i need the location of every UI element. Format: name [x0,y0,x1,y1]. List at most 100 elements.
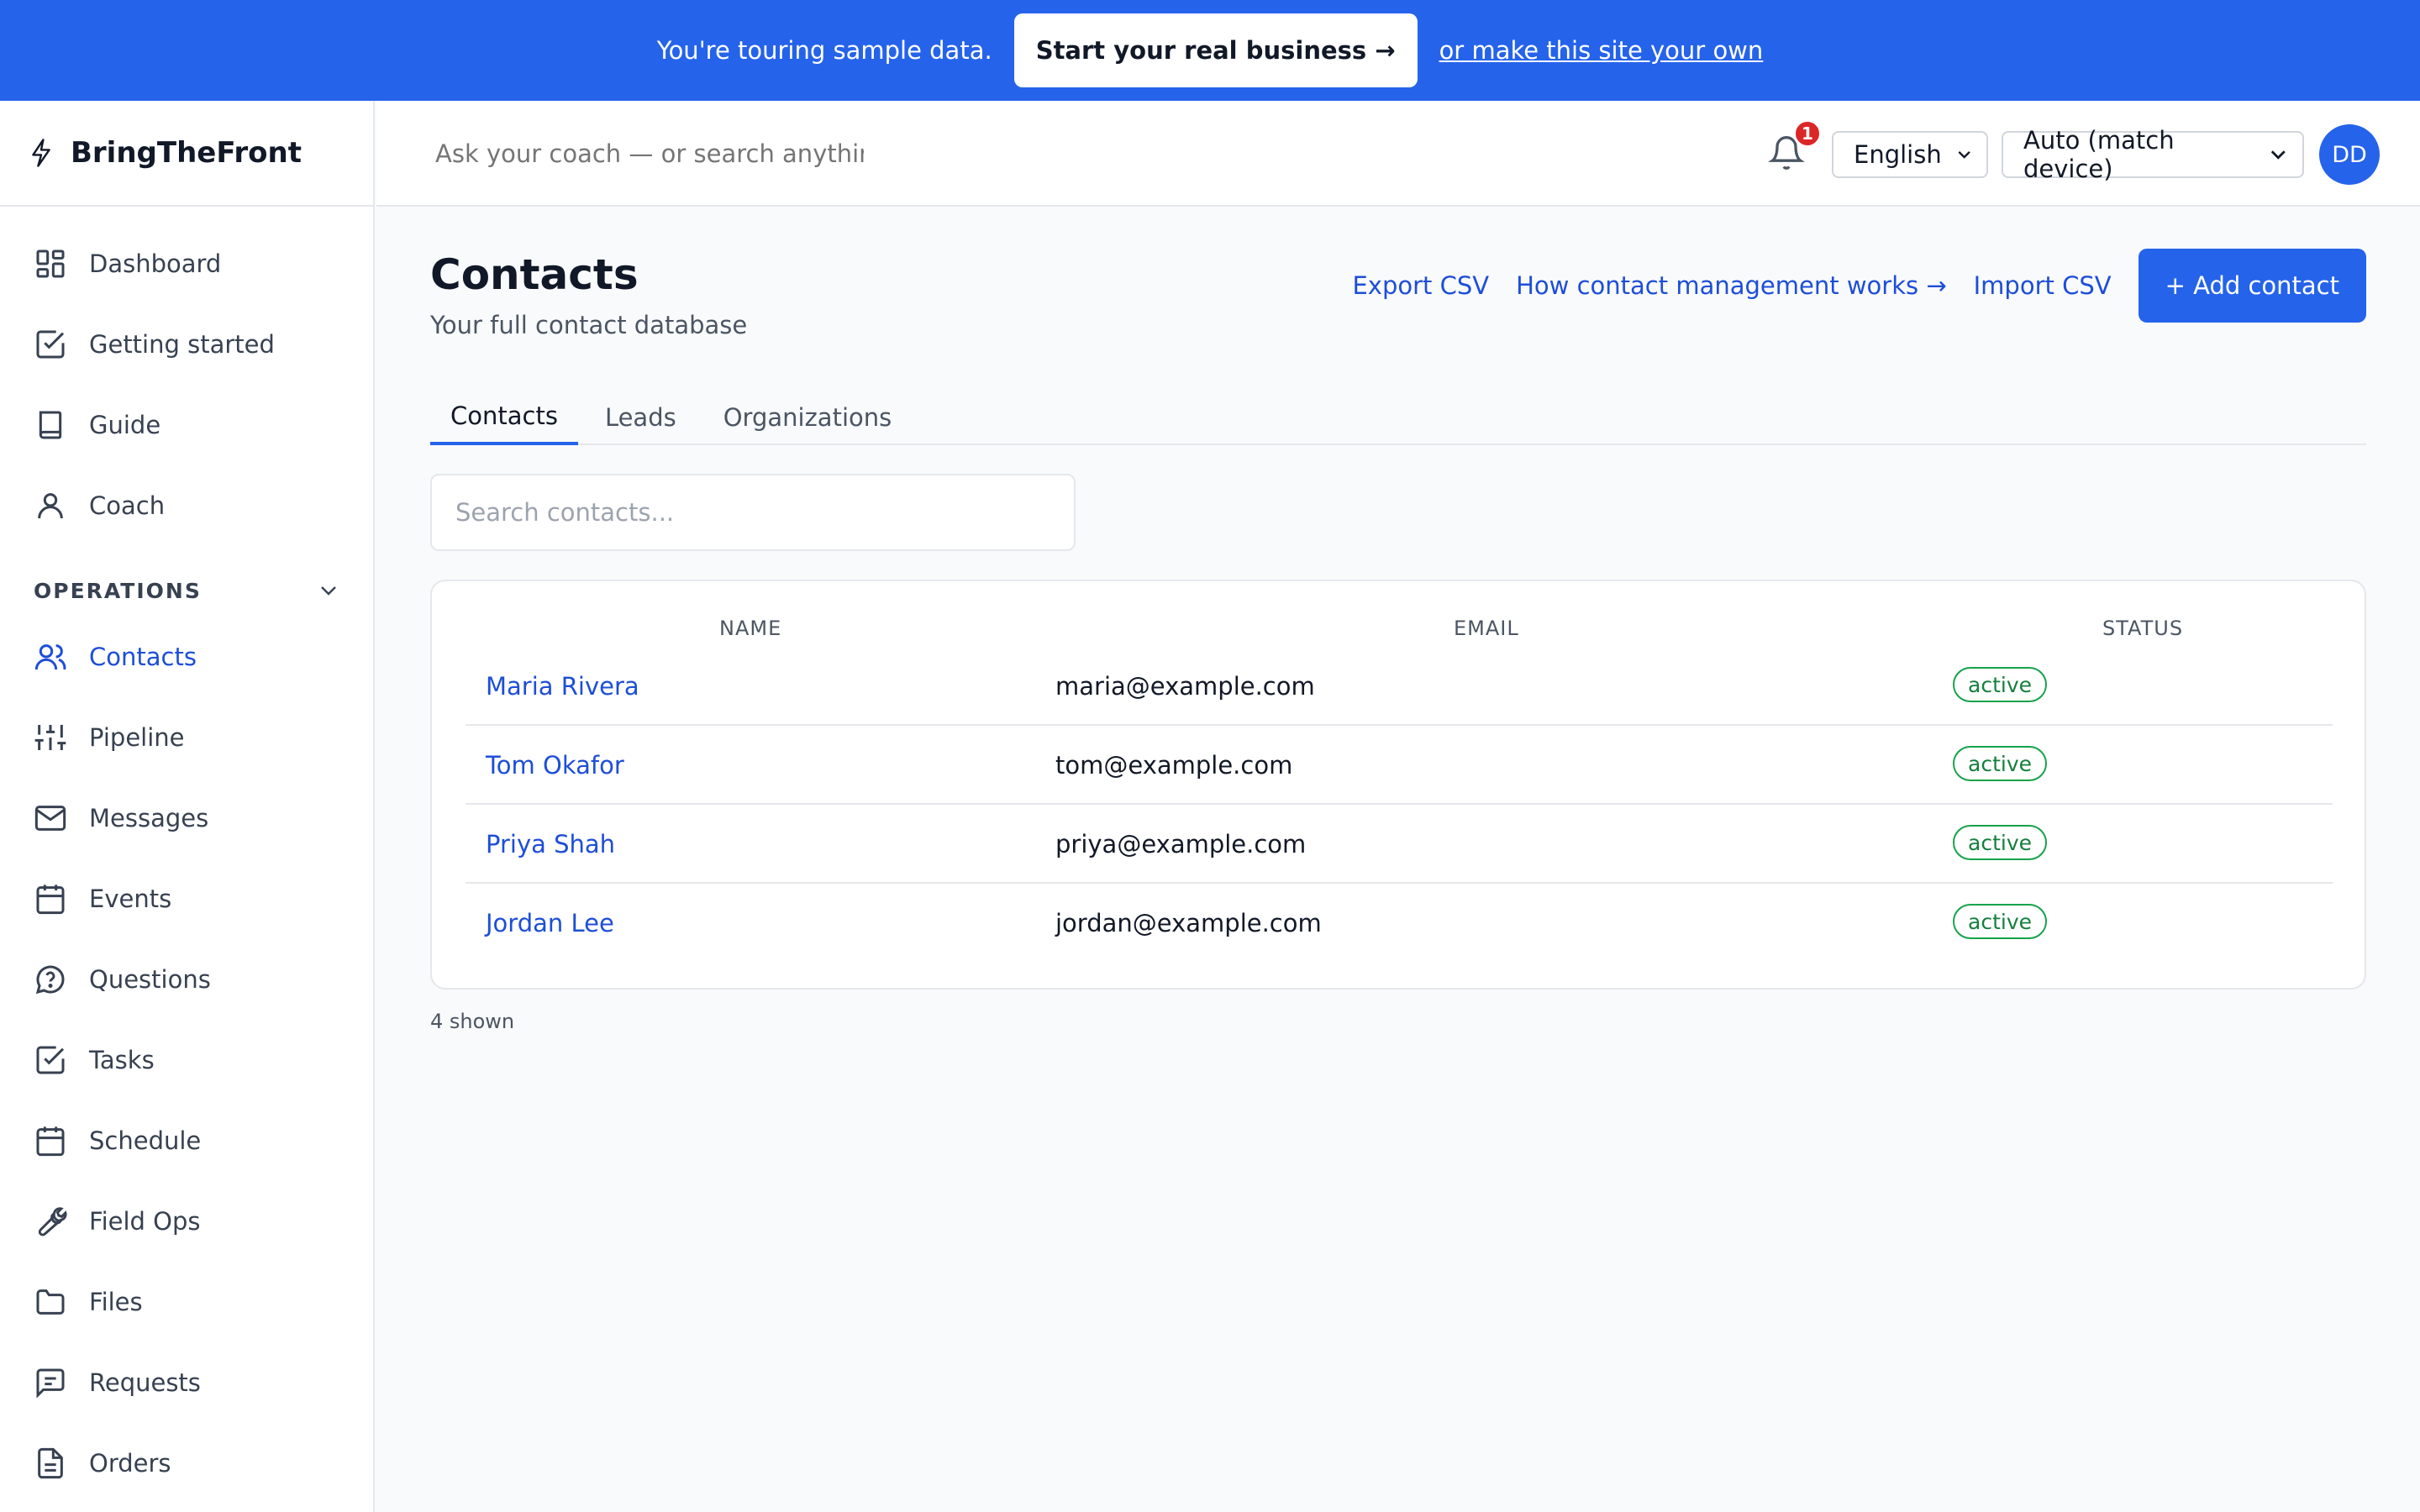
search-contacts-input[interactable] [430,474,1076,551]
contact-name-link[interactable]: Jordan Lee [486,909,614,937]
contact-name-link[interactable]: Tom Okafor [486,751,624,780]
top-bar: 1 English Auto (match device) DD [376,101,2420,207]
contact-email: tom@example.com [1055,751,1293,780]
mail-icon [34,806,66,831]
brand-name: BringTheFront [71,136,302,170]
result-count: 4 shown [430,1010,515,1033]
sidebar-item-label: Pipeline [89,723,185,752]
sidebar-item-label: Schedule [89,1126,202,1155]
table-row: Jordan Lee jordan@example.com active [466,884,2333,963]
message-square-icon [36,1368,65,1399]
bolt-icon [32,139,50,167]
page-subtitle: Your full contact database [430,311,748,339]
sidebar-item-label: Questions [89,965,211,994]
tab-bar: Contacts Leads Organizations [430,390,2366,445]
demo-banner: You're touring sample data. Start your r… [0,0,2420,101]
sidebar-item-pipeline[interactable]: Pipeline [0,697,373,778]
coach-search-input[interactable] [435,136,864,171]
sidebar-item-label: Messages [89,804,209,832]
table-row: Maria Rivera maria@example.com active [466,647,2333,726]
wrench-icon [38,1207,67,1236]
import-csv-link[interactable]: Import CSV [1974,271,2112,300]
dashboard-icon [36,249,65,278]
sidebar-item-requests[interactable]: Requests [0,1342,373,1423]
contact-email: jordan@example.com [1055,909,1322,937]
contact-email: priya@example.com [1055,830,1307,858]
sidebar-item-label: Orders [89,1449,171,1478]
book-icon [39,411,62,439]
status-badge: active [1953,825,2047,860]
sidebar-item-field-ops[interactable]: Field Ops [0,1181,373,1262]
start-business-button[interactable]: Start your real business → [1013,13,1418,87]
contacts-table: NAME EMAIL STATUS Maria Rivera maria@exa… [430,580,2366,990]
sidebar-item-label: Coach [89,491,166,520]
column-header-status[interactable]: STATUS [2102,617,2183,640]
page-actions: Export CSV How contact management works … [1352,249,2366,323]
sidebar-item-label: Field Ops [89,1207,201,1236]
sliders-icon [34,725,66,750]
theme-value: Auto (match device) [2023,126,2175,183]
table-row: Priya Shah priya@example.com active [466,805,2333,884]
sidebar-item-label: Requests [89,1368,201,1397]
chevron-down-icon [321,586,336,596]
sidebar-item-coach[interactable]: Coach [0,465,373,546]
sidebar-item-files[interactable]: Files [0,1262,373,1342]
section-label: OPERATIONS [34,578,202,603]
tab-organizations[interactable]: Organizations [703,390,913,445]
table-header: NAME EMAIL STATUS [466,608,2333,648]
chevron-down-icon [1958,151,1970,159]
contact-name-link[interactable]: Priya Shah [486,830,615,858]
sidebar-item-label: Events [89,885,172,913]
tab-leads[interactable]: Leads [585,390,697,445]
operations-section-toggle[interactable]: OPERATIONS [0,546,373,617]
banner-text: You're touring sample data. [656,36,992,65]
sidebar-item-questions[interactable]: Questions [0,939,373,1020]
export-csv-link[interactable]: Export CSV [1352,271,1489,300]
calendar-icon [36,885,65,915]
question-bubble-icon [35,965,65,995]
notification-badge: 1 [1793,119,1822,148]
users-icon [34,644,66,670]
sidebar-item-label: Tasks [89,1046,155,1074]
sidebar: BringTheFront Dashboard Getting started … [0,101,375,1512]
contact-email: maria@example.com [1055,672,1315,701]
tab-contacts[interactable]: Contacts [430,390,578,445]
theme-select[interactable]: Auto (match device) [2002,126,2304,183]
sidebar-item-dashboard[interactable]: Dashboard [0,223,373,304]
brand[interactable]: BringTheFront [0,101,373,207]
language-value: English [1854,140,1942,169]
calendar-icon [36,1126,65,1157]
sidebar-item-label: Getting started [89,330,275,359]
sidebar-nav: Dashboard Getting started Guide Coach OP… [0,207,373,1504]
contact-name-link[interactable]: Maria Rivera [486,672,639,701]
table-row: Tom Okafor tom@example.com active [466,726,2333,805]
sidebar-item-contacts[interactable]: Contacts [0,617,373,697]
user-icon [38,493,63,519]
sidebar-item-events[interactable]: Events [0,858,373,939]
status-badge: active [1953,904,2047,939]
file-text-icon [38,1447,63,1479]
status-badge: active [1953,746,2047,781]
add-contact-button[interactable]: + Add contact [2138,249,2366,323]
page-title: Contacts [430,250,639,299]
sidebar-item-label: Files [89,1288,143,1316]
sidebar-item-label: Dashboard [89,249,222,278]
folder-icon [36,1289,65,1315]
column-header-email[interactable]: EMAIL [1454,617,1519,640]
language-select[interactable]: English [1832,131,1988,178]
chevron-down-icon [2271,150,2286,160]
sidebar-item-orders[interactable]: Orders [0,1423,373,1504]
sidebar-item-messages[interactable]: Messages [0,778,373,858]
check-square-icon [36,330,65,359]
column-header-name[interactable]: NAME [719,617,781,640]
how-it-works-link[interactable]: How contact management works → [1516,271,1947,300]
sidebar-item-guide[interactable]: Guide [0,385,373,465]
sidebar-item-schedule[interactable]: Schedule [0,1100,373,1181]
make-site-own-link[interactable]: or make this site your own [1439,36,1764,65]
avatar[interactable]: DD [2319,124,2380,185]
status-badge: active [1953,667,2047,702]
sidebar-item-label: Guide [89,411,161,439]
sidebar-item-tasks[interactable]: Tasks [0,1020,373,1100]
sidebar-item-getting-started[interactable]: Getting started [0,304,373,385]
check-square-icon [36,1046,65,1074]
